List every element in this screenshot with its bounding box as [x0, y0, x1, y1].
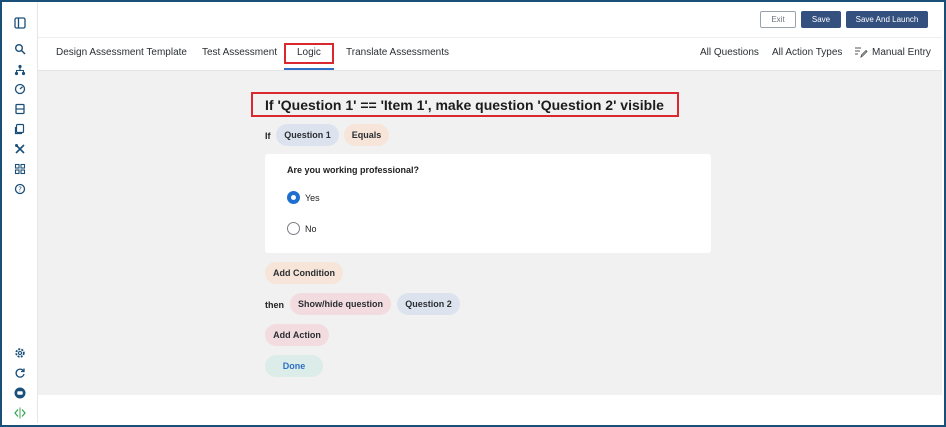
add-action-button[interactable]: Add Action [265, 324, 329, 346]
svg-text:?: ? [18, 186, 22, 194]
help-icon[interactable]: ? [13, 182, 27, 196]
tab-test-assessment[interactable]: Test Assessment [202, 47, 277, 58]
chat-icon[interactable] [13, 386, 27, 400]
question-card: Are you working professional? Yes No [265, 154, 711, 253]
done-button[interactable]: Done [265, 355, 323, 377]
save-button[interactable]: Save [801, 11, 841, 28]
action-target-pill[interactable]: Question 2 [397, 293, 460, 315]
all-questions-filter[interactable]: All Questions [700, 47, 759, 58]
radio-yes[interactable] [287, 191, 300, 204]
add-condition-button[interactable]: Add Condition [265, 262, 343, 284]
manual-entry-button[interactable]: Manual Entry [872, 47, 931, 58]
question-text: Are you working professional? [287, 165, 420, 175]
tab-translate-assessments[interactable]: Translate Assessments [346, 47, 449, 58]
condition-question-pill[interactable]: Question 1 [276, 124, 339, 146]
tab-logic[interactable]: Logic [297, 47, 321, 58]
code-icon[interactable] [13, 406, 27, 420]
then-label: then [265, 300, 284, 310]
top-bar: Exit Save Save And Launch [38, 2, 942, 38]
pencil-lines-icon [855, 47, 868, 58]
condition-operator-pill[interactable]: Equals [344, 124, 389, 146]
radio-no[interactable] [287, 222, 300, 235]
all-action-types-filter[interactable]: All Action Types [772, 47, 842, 58]
panel-toggle-icon[interactable] [13, 16, 27, 30]
option-no-label: No [305, 224, 317, 234]
tools-icon[interactable] [13, 142, 27, 156]
bottom-strip [38, 395, 942, 423]
tab-design-assessment-template[interactable]: Design Assessment Template [56, 47, 187, 58]
refresh-icon[interactable] [13, 366, 27, 380]
option-yes-label: Yes [305, 193, 320, 203]
apps-grid-icon[interactable] [13, 162, 27, 176]
if-label: If [265, 131, 271, 141]
exit-button[interactable]: Exit [760, 11, 796, 28]
database-icon[interactable] [13, 102, 27, 116]
tab-bar: Design Assessment Template Test Assessme… [38, 38, 942, 71]
save-and-launch-button[interactable]: Save And Launch [846, 11, 928, 28]
dashboard-icon[interactable] [13, 82, 27, 96]
action-type-pill[interactable]: Show/hide question [290, 293, 391, 315]
sitemap-icon[interactable] [13, 63, 27, 77]
active-tab-indicator [284, 68, 334, 70]
rule-summary: If 'Question 1' == 'Item 1', make questi… [251, 92, 679, 117]
stack-icon[interactable] [13, 122, 27, 136]
search-icon[interactable] [13, 42, 27, 56]
settings-icon[interactable] [13, 346, 27, 360]
left-rail: ? [2, 2, 38, 423]
